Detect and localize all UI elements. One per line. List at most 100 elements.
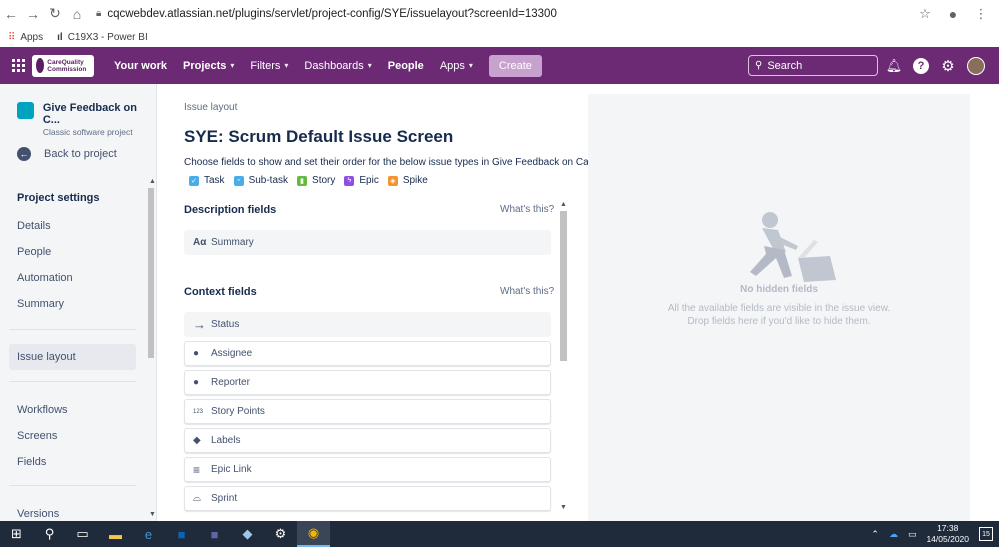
field-assignee[interactable]: ● Assignee: [184, 341, 551, 366]
top-navigation: CareQuality Commission Your work Project…: [0, 47, 999, 84]
bookmark-powerbi[interactable]: ıl C19X3 - Power BI: [57, 32, 148, 43]
label-icon: ◆: [193, 435, 201, 446]
search-icon[interactable]: ⚲: [33, 521, 66, 547]
bookmark-apps[interactable]: ⠿ Apps: [8, 32, 43, 43]
arrow-left-icon: ←: [17, 147, 31, 161]
outlook-icon[interactable]: ■: [165, 521, 198, 547]
main-scrollbar[interactable]: ▲ ▼: [558, 201, 569, 511]
issue-type-subtask: ▫ Sub-task: [233, 175, 288, 186]
chrome-icon[interactable]: ◉: [297, 521, 330, 547]
empty-state-illustration: [750, 212, 836, 282]
logo[interactable]: CareQuality Commission: [32, 54, 94, 77]
settings-icon[interactable]: ⚙: [940, 58, 956, 75]
field-sprint[interactable]: ⌓ Sprint: [184, 486, 551, 511]
sprint-icon: ⌓: [193, 493, 201, 504]
onedrive-icon[interactable]: ☁: [889, 529, 898, 540]
sidebar-scrollbar[interactable]: ▲ ▼: [147, 178, 156, 518]
issue-type-story: ▮ Story: [297, 175, 335, 186]
whats-this-link[interactable]: What's this?: [500, 286, 554, 297]
spike-icon: ◈: [387, 175, 398, 186]
page-description: Choose fields to show and set their orde…: [184, 157, 601, 168]
bookmarks-bar: ⠿ Apps ıl C19X3 - Power BI: [0, 27, 999, 47]
nav-dashboards[interactable]: Dashboards ▾: [296, 47, 379, 84]
field-reporter[interactable]: ● Reporter: [184, 370, 551, 395]
address-bar[interactable]: 🔒︎ cqcwebdev.atlassian.net/plugins/servl…: [96, 8, 917, 20]
lock-icon: 🔒︎: [96, 8, 102, 19]
scroll-down-icon: ▼: [560, 504, 567, 511]
home-icon[interactable]: ⌂: [66, 3, 88, 25]
create-button[interactable]: Create: [488, 54, 542, 77]
nav-people[interactable]: People: [380, 47, 432, 84]
app-switcher-icon[interactable]: [0, 47, 36, 84]
no-hidden-fields-title: No hidden fields: [740, 284, 818, 295]
system-tray: ⌃ ☁ ▭ 17:38 14/05/2020 15: [871, 521, 999, 547]
apps-grid-icon: ⠿: [8, 31, 16, 43]
internet-explorer-icon[interactable]: e: [132, 521, 165, 547]
sidebar-item-details[interactable]: Details: [17, 220, 51, 232]
project-avatar-icon: [17, 102, 34, 119]
hidden-fields-dropzone[interactable]: No hidden fields All the available field…: [588, 94, 970, 521]
arrow-right-icon: →: [193, 317, 206, 332]
story-icon: ▮: [297, 175, 308, 186]
field-story-points[interactable]: 123 Story Points: [184, 399, 551, 424]
teams-icon[interactable]: ■: [198, 521, 231, 547]
sidebar-item-screens[interactable]: Screens: [17, 430, 57, 442]
nav-projects[interactable]: Projects ▾: [175, 47, 242, 84]
file-explorer-icon[interactable]: ▬: [99, 521, 132, 547]
nav-your-work[interactable]: Your work: [106, 47, 175, 84]
scroll-up-icon: ▲: [560, 201, 567, 208]
avatar[interactable]: [967, 56, 985, 75]
scroll-up-icon: ▲: [149, 178, 156, 185]
notification-center-icon[interactable]: 15: [979, 527, 993, 541]
user-icon: ●: [193, 377, 200, 388]
chevron-up-icon[interactable]: ⌃: [871, 529, 879, 540]
breadcrumb[interactable]: Issue layout: [184, 102, 237, 113]
whats-this-link[interactable]: What's this?: [500, 204, 554, 215]
sidebar-item-people[interactable]: People: [17, 246, 51, 258]
chevron-down-icon: ▾: [284, 61, 289, 70]
scroll-down-icon: ▼: [149, 511, 156, 518]
nav-filters[interactable]: Filters ▾: [242, 47, 296, 84]
sidebar-item-summary[interactable]: Summary: [17, 298, 64, 310]
display-icon[interactable]: ▭: [908, 529, 917, 540]
text-icon: Aα: [193, 237, 207, 248]
search-input[interactable]: ⚲ Search: [748, 55, 878, 76]
reload-icon[interactable]: ↻: [44, 3, 66, 25]
task-view-icon[interactable]: ▭: [66, 521, 99, 547]
menu-icon[interactable]: ⋮: [973, 6, 989, 22]
chevron-down-icon: ▾: [230, 61, 235, 70]
field-summary[interactable]: Aα Summary: [184, 230, 551, 255]
notifications-icon[interactable]: 🔔︎: [886, 58, 903, 74]
clock[interactable]: 17:38 14/05/2020: [926, 523, 969, 545]
page-title: SYE: Scrum Default Issue Screen: [184, 127, 454, 146]
back-to-project-link[interactable]: ← Back to project: [17, 147, 117, 161]
help-icon[interactable]: ?: [913, 57, 929, 74]
number-icon: 123: [193, 408, 204, 415]
field-epic-link[interactable]: ≡ Epic Link: [184, 457, 551, 482]
sidebar-item-versions[interactable]: Versions: [17, 508, 59, 520]
forward-arrow-icon[interactable]: →: [22, 3, 44, 25]
sidebar-item-automation[interactable]: Automation: [17, 272, 73, 284]
issue-type-task: ✓ Task: [189, 175, 225, 186]
sidebar-item-issue-layout[interactable]: Issue layout: [17, 351, 76, 363]
chevron-down-icon: ▾: [468, 61, 473, 70]
browser-toolbar: ← → ↻ ⌂ 🔒︎ cqcwebdev.atlassian.net/plugi…: [0, 0, 999, 27]
issue-types-list: ✓ Task ▫ Sub-task ▮ Story ϟ Epic ◈ Spike: [189, 175, 428, 186]
field-labels[interactable]: ◆ Labels: [184, 428, 551, 453]
app-icon[interactable]: ◆: [231, 521, 264, 547]
project-header[interactable]: Give Feedback on C... Classic software p…: [17, 102, 156, 137]
settings-icon[interactable]: ⚙: [264, 521, 297, 547]
context-fields-title: Context fields: [184, 286, 257, 298]
windows-start-icon[interactable]: ⊞: [0, 521, 33, 547]
subtask-icon: ▫: [233, 175, 244, 186]
windows-taskbar: ⊞ ⚲ ▭ ▬ e ■ ■ ◆ ⚙ ◉ ⌃ ☁ ▭ 17:38 14/05/20…: [0, 521, 999, 547]
sidebar-item-fields[interactable]: Fields: [17, 456, 46, 468]
profile-icon[interactable]: ●: [945, 6, 961, 22]
url-text: cqcwebdev.atlassian.net/plugins/servlet/…: [107, 7, 557, 20]
back-arrow-icon[interactable]: ←: [0, 3, 22, 25]
star-icon[interactable]: ☆: [917, 6, 933, 22]
field-status[interactable]: → Status: [184, 312, 551, 337]
epic-icon: ϟ: [344, 175, 355, 186]
nav-apps[interactable]: Apps ▾: [432, 47, 481, 84]
sidebar-item-workflows[interactable]: Workflows: [17, 404, 68, 416]
